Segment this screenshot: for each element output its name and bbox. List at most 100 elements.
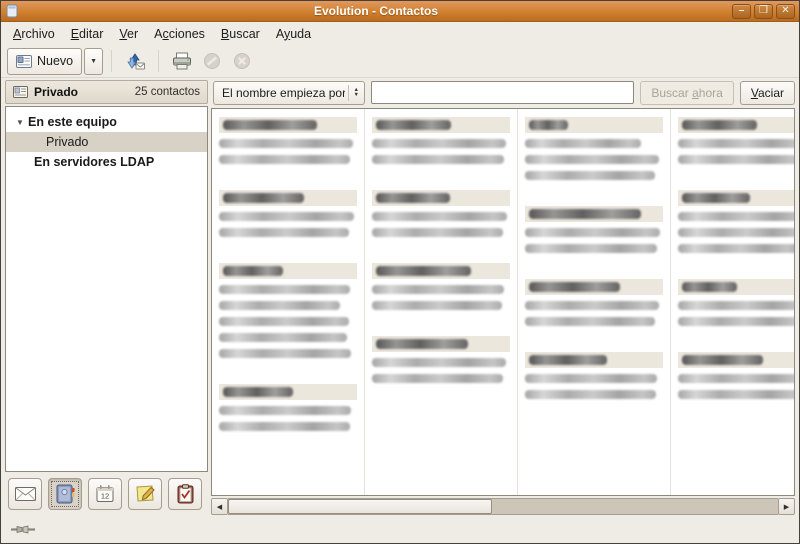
contact-card[interactable]: [372, 117, 510, 164]
contact-field-redacted: [219, 317, 349, 326]
contacts-icon: [56, 484, 75, 504]
contact-card[interactable]: [219, 117, 357, 164]
addressbook-icon: [13, 86, 28, 98]
searchbar: El nombre empieza por ▲ ▼ Buscar ahora V…: [211, 80, 795, 108]
new-dropdown-button[interactable]: ▼: [84, 48, 103, 75]
expander-icon[interactable]: ▼: [12, 118, 28, 127]
menu-ayuda[interactable]: Ayuda: [268, 24, 319, 44]
contact-field-redacted: [372, 228, 503, 237]
contact-card[interactable]: [678, 117, 795, 164]
contact-field-redacted: [219, 285, 350, 294]
window-title: Evolution - Contactos: [23, 4, 729, 18]
contact-card[interactable]: [525, 117, 663, 180]
search-now-button[interactable]: Buscar ahora: [640, 81, 733, 105]
minimize-button[interactable]: –: [732, 4, 751, 19]
contact-name-redacted: [372, 263, 510, 279]
card-column: [518, 109, 671, 495]
contact-card[interactable]: [525, 352, 663, 399]
menu-archivo[interactable]: Archivo: [5, 24, 63, 44]
contact-field-redacted: [219, 212, 354, 221]
search-filter-dropdown[interactable]: El nombre empieza por ▲ ▼: [213, 81, 365, 105]
titlebar: Evolution - Contactos – ❒ ✕: [1, 1, 799, 22]
contact-card[interactable]: [678, 190, 795, 253]
contact-card[interactable]: [219, 190, 357, 237]
print-icon[interactable]: [170, 49, 194, 73]
contact-field-redacted: [219, 333, 347, 342]
contact-field-redacted: [372, 212, 507, 221]
contact-name-redacted: [372, 190, 510, 206]
clear-button[interactable]: Vaciar: [740, 81, 795, 105]
search-input[interactable]: [371, 81, 634, 104]
card-column: [671, 109, 795, 495]
delete-icon[interactable]: [230, 49, 254, 73]
contact-card[interactable]: [678, 352, 795, 399]
contact-name-redacted: [678, 279, 795, 295]
switcher-calendar-button[interactable]: 12: [88, 478, 122, 510]
contact-field-redacted: [678, 244, 795, 253]
folder-tree: ▼ En este equipo Privado En servidores L…: [5, 106, 208, 472]
component-switcher: 12: [5, 472, 208, 515]
switcher-mail-button[interactable]: [8, 478, 42, 510]
contact-card[interactable]: [525, 206, 663, 253]
tree-item-servidores-ldap[interactable]: En servidores LDAP: [6, 152, 207, 172]
sidebar: Privado 25 contactos ▼ En este equipo Pr…: [5, 80, 208, 515]
contact-field-redacted: [678, 139, 795, 148]
contact-name-redacted: [372, 117, 510, 133]
contact-field-redacted: [525, 171, 655, 180]
tree-item-privado[interactable]: Privado: [6, 132, 207, 152]
contact-name-redacted: [525, 279, 663, 295]
calendar-icon: 12: [95, 484, 115, 503]
scrollbar-track[interactable]: [228, 498, 778, 515]
folder-title: Privado: [34, 85, 78, 99]
scroll-left-icon[interactable]: ◀: [211, 498, 228, 515]
contact-name-redacted: [525, 117, 663, 133]
new-button-label: Nuevo: [37, 54, 73, 68]
statusbar: [1, 517, 799, 543]
tree-item-label: En servidores LDAP: [34, 155, 154, 169]
evolution-window: Evolution - Contactos – ❒ ✕ Archivo Edit…: [0, 0, 800, 544]
contact-field-redacted: [372, 374, 503, 383]
addressbook-header[interactable]: Privado 25 contactos: [5, 80, 208, 104]
contact-name-redacted: [678, 190, 795, 206]
contact-card[interactable]: [372, 336, 510, 383]
combo-separator: [348, 85, 349, 101]
chevron-down-icon: ▼: [90, 58, 97, 65]
contact-card[interactable]: [372, 190, 510, 237]
contact-field-redacted: [525, 317, 655, 326]
tasks-icon: [177, 484, 194, 504]
horizontal-scrollbar: ◀ ▶: [211, 498, 795, 515]
contact-name-redacted: [678, 117, 795, 133]
memo-icon: [135, 484, 156, 503]
contact-card[interactable]: [219, 384, 357, 431]
contact-field-redacted: [372, 285, 504, 294]
stop-icon[interactable]: [200, 49, 224, 73]
new-button[interactable]: Nuevo: [7, 48, 82, 75]
close-button[interactable]: ✕: [776, 4, 795, 19]
contact-field-redacted: [678, 301, 795, 310]
evolution-app-icon: [5, 4, 19, 18]
contact-card[interactable]: [372, 263, 510, 310]
contact-name-redacted: [525, 352, 663, 368]
menu-ver[interactable]: Ver: [111, 24, 146, 44]
new-contact-icon: [16, 55, 32, 68]
switcher-memos-button[interactable]: [128, 478, 162, 510]
contact-field-redacted: [372, 155, 504, 164]
contact-card[interactable]: [219, 263, 357, 358]
switcher-contacts-button[interactable]: [48, 478, 82, 510]
contact-card[interactable]: [525, 279, 663, 326]
menu-acciones[interactable]: Acciones: [146, 24, 213, 44]
send-receive-icon[interactable]: [123, 49, 147, 73]
tree-item-label: En este equipo: [28, 115, 117, 129]
contact-field-redacted: [678, 212, 795, 221]
contact-field-redacted: [525, 301, 659, 310]
menu-buscar[interactable]: Buscar: [213, 24, 268, 44]
maximize-button[interactable]: ❒: [754, 4, 773, 19]
tree-item-en-este-equipo[interactable]: ▼ En este equipo: [6, 112, 207, 132]
scrollbar-thumb[interactable]: [228, 499, 492, 514]
contact-card[interactable]: [678, 279, 795, 326]
online-status-plug-icon[interactable]: [11, 524, 39, 535]
scroll-right-icon[interactable]: ▶: [778, 498, 795, 515]
search-filter-label: El nombre empieza por: [222, 86, 345, 100]
menu-editar[interactable]: Editar: [63, 24, 112, 44]
switcher-tasks-button[interactable]: [168, 478, 202, 510]
